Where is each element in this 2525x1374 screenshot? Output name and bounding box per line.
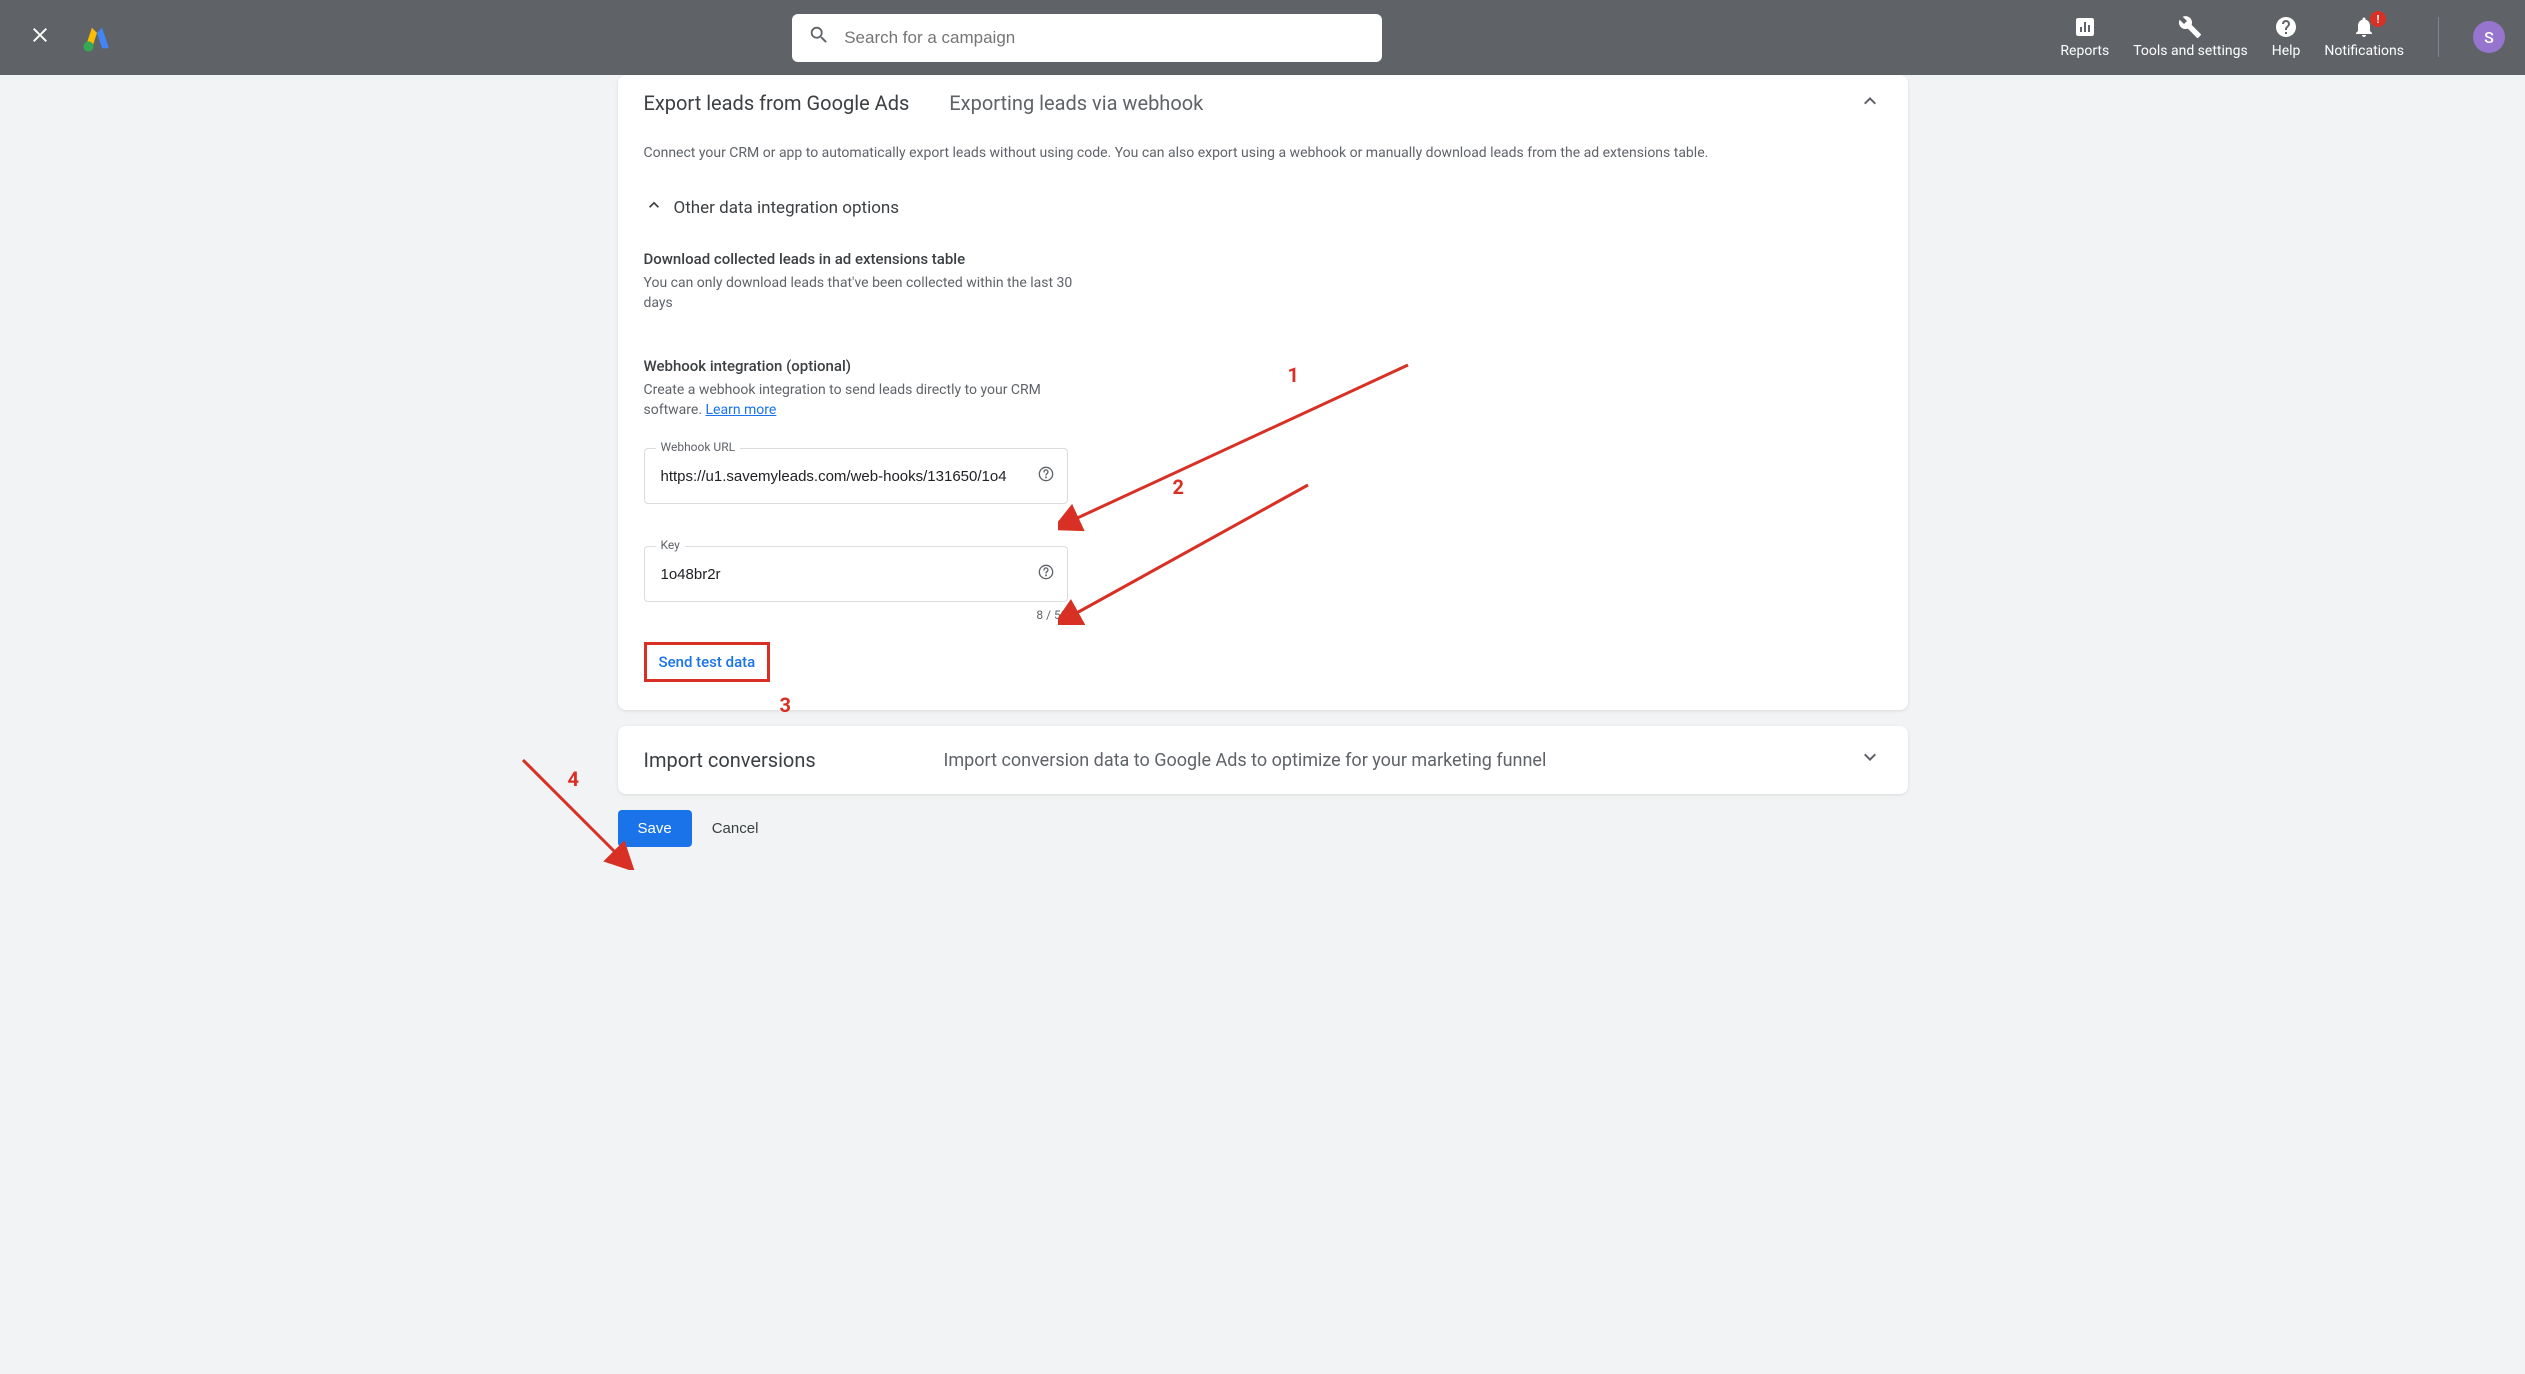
card-title: Export leads from Google Ads [644,91,910,115]
chevron-down-icon [1858,745,1882,775]
download-section-title: Download collected leads in ad extension… [644,250,1074,268]
card-subtitle: Exporting leads via webhook [949,91,1203,115]
reports-button[interactable]: Reports [2060,15,2109,60]
search-icon [808,24,830,52]
export-leads-card: Export leads from Google Ads Exporting l… [618,75,1908,710]
close-button[interactable] [20,21,60,54]
reports-label: Reports [2060,43,2109,60]
key-label: Key [656,538,685,552]
tools-label: Tools and settings [2133,43,2248,60]
webhook-section-title: Webhook integration (optional) [644,357,1074,375]
google-ads-logo [80,21,114,55]
learn-more-link[interactable]: Learn more [706,402,777,418]
notifications-label: Notifications [2324,43,2404,60]
key-field: Key [644,546,1068,602]
webhook-section-desc: Create a webhook integration to send lea… [644,381,1074,420]
user-avatar[interactable]: S [2473,21,2505,53]
other-options-toggle[interactable]: Other data integration options [644,195,1882,220]
notification-badge: ! [2370,11,2386,27]
save-button[interactable]: Save [618,810,692,847]
import-conversions-card[interactable]: Import conversions Import conversion dat… [618,726,1908,794]
chevron-up-icon [644,195,664,220]
collapse-button[interactable] [1858,89,1882,119]
search-box[interactable] [792,14,1382,62]
import-title: Import conversions [644,748,844,772]
help-icon[interactable] [1038,466,1054,486]
download-section-desc: You can only download leads that've been… [644,274,1074,313]
wrench-icon [2178,15,2202,39]
import-desc: Import conversion data to Google Ads to … [944,750,1547,771]
notifications-button[interactable]: ! Notifications [2324,15,2404,60]
key-input[interactable] [644,546,1068,602]
help-label: Help [2272,43,2301,60]
search-input[interactable] [844,28,1366,48]
annotation-2: 2 [1173,475,1184,499]
help-icon [2274,15,2298,39]
help-icon[interactable] [1038,564,1054,584]
webhook-url-field: Webhook URL [644,448,1068,504]
other-options-label: Other data integration options [674,198,900,218]
tools-button[interactable]: Tools and settings [2133,15,2248,60]
annotation-4: 4 [568,767,579,791]
webhook-url-input[interactable] [644,448,1068,504]
app-header: Reports Tools and settings Help ! Notifi… [0,0,2525,75]
annotation-1: 1 [1288,363,1299,387]
divider [2438,17,2439,57]
char-count: 8 / 50 [644,608,1068,622]
cancel-button[interactable]: Cancel [712,820,759,837]
help-button[interactable]: Help [2272,15,2301,60]
send-test-data-button[interactable]: Send test data [644,642,771,682]
card-description: Connect your CRM or app to automatically… [644,145,1882,161]
webhook-url-label: Webhook URL [656,440,741,454]
annotation-3: 3 [780,693,791,717]
reports-icon [2073,15,2097,39]
